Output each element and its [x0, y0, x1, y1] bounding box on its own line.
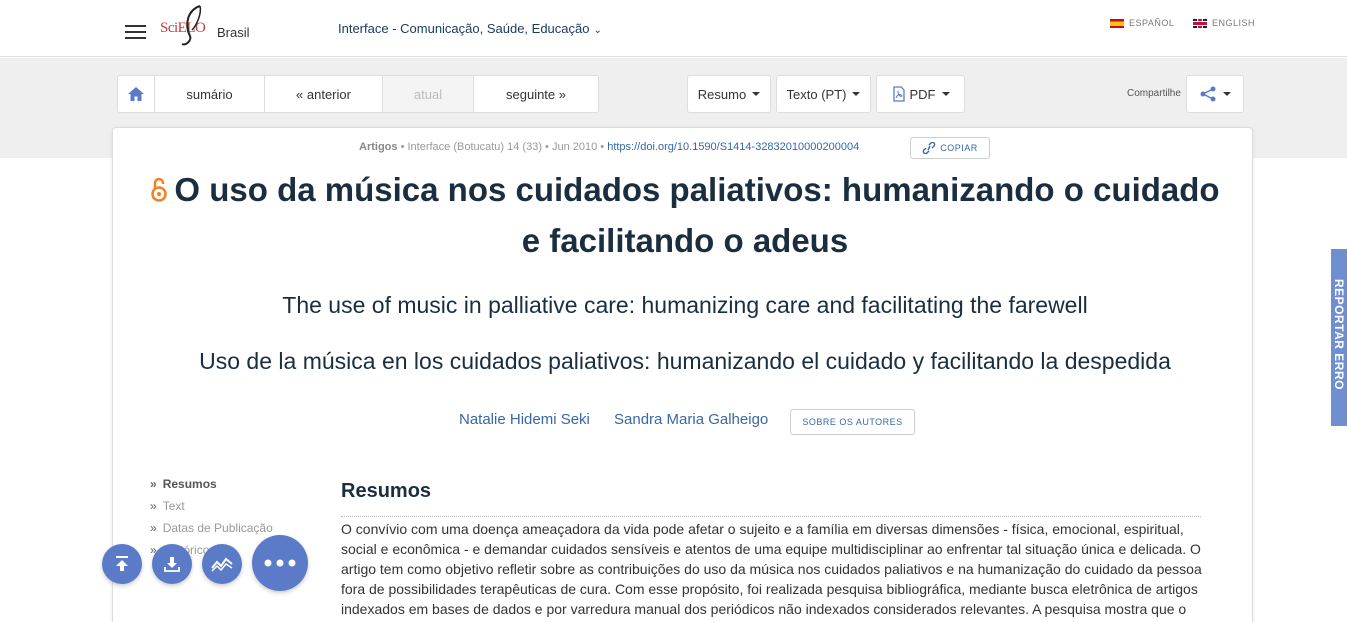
raquo-icon: » [150, 521, 157, 535]
pdf-icon [892, 86, 905, 102]
language-en-link[interactable]: ENGLISH [1193, 18, 1255, 28]
pdf-dropdown[interactable]: PDF [876, 75, 965, 113]
language-en-label: ENGLISH [1212, 18, 1256, 28]
metrics-icon [211, 557, 233, 572]
link-icon [922, 142, 936, 154]
texto-dropdown[interactable]: Texto (PT) [776, 75, 871, 113]
sumario-link[interactable]: sumário [155, 76, 265, 112]
report-error-label: REPORTAR ERRO [1332, 279, 1346, 390]
language-es-label: ESPAÑOL [1129, 18, 1175, 28]
back-to-top-button[interactable] [102, 544, 142, 584]
journal-name: Interface - Comunicação, Saúde, Educação [338, 21, 590, 36]
arrow-up-icon [116, 556, 128, 571]
spain-flag-icon [1110, 18, 1124, 28]
share-label: Compartilhe [1127, 88, 1181, 99]
download-icon [164, 557, 180, 572]
chevron-down-icon: ⌄ [593, 25, 602, 36]
journal-select[interactable]: Interface - Comunicação, Saúde, Educação… [338, 21, 602, 36]
texto-label: Texto (PT) [786, 86, 847, 102]
menu-icon[interactable] [125, 25, 146, 39]
author-link[interactable]: Sandra Maria Galheigo [614, 411, 768, 428]
caret-down-icon [1223, 92, 1231, 96]
share-icon [1200, 86, 1216, 102]
logo-country: Brasil [217, 25, 250, 40]
caret-down-icon [752, 92, 761, 96]
raquo-icon: » [150, 499, 157, 513]
copy-label: COPIAR [940, 143, 978, 153]
sidenav-item-resumos[interactable]: » Resumos [150, 477, 273, 499]
doi-link[interactable]: https://doi.org/10.1590/S1414-3283201000… [607, 141, 859, 153]
open-access-icon [151, 177, 168, 202]
sidenav-item-datas[interactable]: » Datas de Publicação [150, 521, 273, 543]
sidenav-item-label: Datas de Publicação [162, 521, 273, 535]
metrics-button[interactable] [202, 544, 242, 584]
pdf-label: PDF [909, 86, 936, 102]
article-title-spanish: Uso de la música en los cuidados paliati… [199, 348, 1171, 374]
raquo-icon: » [150, 477, 157, 491]
resumo-label: Resumo [697, 86, 747, 102]
logo-swirl-icon [181, 5, 202, 46]
resumo-dropdown[interactable]: Resumo [687, 75, 771, 113]
report-error-tab[interactable]: REPORTAR ERRO [1331, 249, 1347, 426]
article-title-block: O uso da música nos cuidados paliativos:… [150, 164, 1220, 266]
section-title: Resumos [341, 480, 432, 502]
top-header: SciELO Brasil Interface - Comunicação, S… [0, 0, 1347, 57]
caret-down-icon [852, 92, 861, 96]
article-source: Interface (Botucatu) 14 (33) • Jun 2010 … [407, 141, 605, 153]
sidenav-item-text[interactable]: » Text [150, 499, 273, 521]
language-es-link[interactable]: ESPAÑOL [1110, 18, 1174, 28]
next-link[interactable]: seguinte » [474, 76, 598, 112]
more-actions-button[interactable] [252, 535, 308, 591]
article-title: O uso da música nos cuidados paliativos:… [174, 171, 1220, 259]
home-icon [128, 87, 144, 101]
about-authors-button[interactable]: SOBRE OS AUTORES [790, 409, 915, 435]
sidenav-item-label: Resumos [162, 477, 217, 491]
current-link: atual [383, 76, 474, 112]
sidenav-item-label: Text [162, 499, 185, 513]
download-button[interactable] [152, 544, 192, 584]
article-meta: Artigos • Interface (Botucatu) 14 (33) •… [359, 141, 860, 153]
previous-link[interactable]: « anterior [265, 76, 383, 112]
author-link[interactable]: Natalie Hidemi Seki [459, 411, 590, 428]
copy-doi-button[interactable]: COPIAR [910, 137, 990, 159]
article-title-english: The use of music in palliative care: hum… [282, 292, 1088, 318]
more-icon [264, 559, 296, 567]
caret-down-icon [941, 92, 950, 96]
issue-navigation: sumário « anterior atual seguinte » [117, 75, 599, 113]
home-button[interactable] [118, 76, 155, 112]
article-category: Artigos [359, 141, 398, 153]
section-divider [341, 516, 1201, 517]
uk-flag-icon [1193, 18, 1207, 28]
share-dropdown[interactable] [1186, 75, 1244, 113]
abstract-text: O convívio com uma doença ameaçadora da … [341, 521, 1202, 617]
